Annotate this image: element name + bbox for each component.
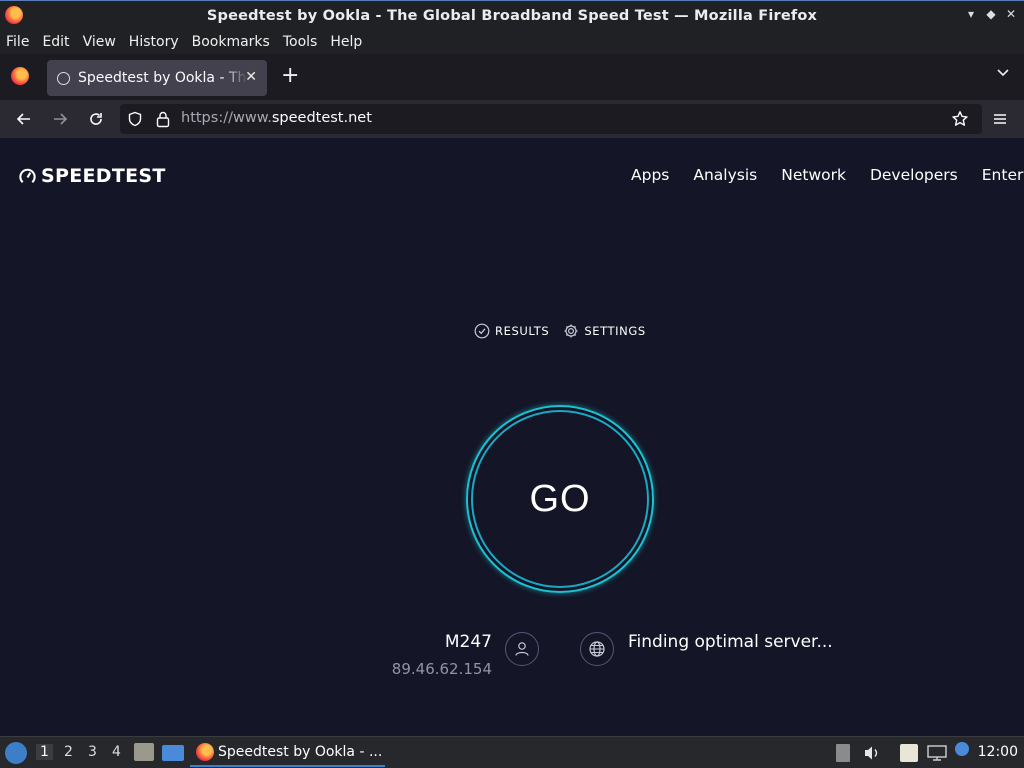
server-status: Finding optimal server... <box>628 632 833 652</box>
lock-icon[interactable] <box>155 110 171 128</box>
new-tab-icon[interactable]: + <box>281 65 299 87</box>
workspace-4[interactable]: 4 <box>112 744 121 760</box>
menu-view[interactable]: View <box>83 34 116 50</box>
tab-strip: Speedtest by Ookla - The Global Broadban… <box>0 54 1024 100</box>
bookmark-star-icon[interactable] <box>951 110 969 128</box>
taskbar-firefox-window[interactable]: Speedtest by Ookla - ... <box>190 739 385 767</box>
file-manager-icon[interactable] <box>134 743 154 761</box>
go-button[interactable]: GO <box>466 405 654 593</box>
site-nav: Apps Analysis Network Developers Enter <box>631 166 1024 184</box>
menu-help[interactable]: Help <box>330 34 362 50</box>
menu-file[interactable]: File <box>6 34 29 50</box>
hamburger-menu-icon[interactable] <box>990 109 1010 129</box>
workspace-3[interactable]: 3 <box>88 744 97 760</box>
clock: 12:00 <box>977 744 1018 760</box>
results-label: RESULTS <box>495 324 550 338</box>
window-title: Speedtest by Ookla - The Global Broadban… <box>206 7 818 24</box>
go-button-inner-ring: GO <box>471 410 649 588</box>
logo-text: SPEEDTEST <box>41 165 166 187</box>
reload-icon[interactable] <box>86 109 106 129</box>
globe-icon[interactable] <box>580 632 614 666</box>
nav-developers[interactable]: Developers <box>870 166 958 184</box>
test-subnav: RESULTS SETTINGS <box>474 323 660 339</box>
close-icon[interactable]: ✕ <box>1004 7 1018 21</box>
menu-tools[interactable]: Tools <box>283 34 318 50</box>
volume-icon[interactable] <box>862 744 882 762</box>
settings-label: SETTINGS <box>584 324 646 338</box>
results-link[interactable]: RESULTS <box>474 323 549 339</box>
show-desktop-icon[interactable] <box>162 745 184 761</box>
firefox-icon <box>5 6 23 24</box>
tab-close-icon[interactable]: ✕ <box>245 69 257 85</box>
speedtest-favicon-icon <box>57 71 70 85</box>
speedtest-page: SPEEDTEST Apps Analysis Network Develope… <box>0 138 1024 736</box>
firefox-icon <box>196 743 214 761</box>
network-icon[interactable] <box>926 744 948 762</box>
isp-ip-address: 89.46.62.154 <box>391 660 492 678</box>
url-host: speedtest.net <box>271 110 372 126</box>
workspace-2[interactable]: 2 <box>64 744 73 760</box>
go-label: GO <box>529 477 591 520</box>
minimize-icon[interactable]: ▾ <box>964 7 978 21</box>
check-circle-icon <box>474 323 490 339</box>
url-protocol: https://www. <box>181 110 272 126</box>
tab-title: Speedtest by Ookla - The Global Broadban… <box>78 70 248 86</box>
speedometer-icon <box>19 168 36 183</box>
back-icon[interactable] <box>14 109 34 129</box>
isp-name: M247 <box>444 632 492 652</box>
shield-icon[interactable] <box>127 111 143 127</box>
taskbar: 1 2 3 4 Speedtest by Ookla - ... 12:00 <box>0 736 1024 768</box>
maximize-icon[interactable]: ◆ <box>984 7 998 21</box>
url-text[interactable]: https://www.speedtest.net <box>181 110 372 126</box>
settings-link[interactable]: SETTINGS <box>563 323 645 339</box>
notification-icon[interactable] <box>955 742 969 756</box>
speedtest-logo[interactable]: SPEEDTEST <box>18 165 166 187</box>
nav-network[interactable]: Network <box>781 166 846 184</box>
clipboard-tray-icon[interactable] <box>836 744 850 762</box>
gear-icon <box>564 324 578 338</box>
taskbar-window-label: Speedtest by Ookla - ... <box>218 744 383 760</box>
window-titlebar: Speedtest by Ookla - The Global Broadban… <box>0 0 1024 30</box>
list-all-tabs-icon[interactable] <box>996 66 1010 80</box>
start-menu-icon[interactable] <box>5 742 27 764</box>
nav-enterprise[interactable]: Enter <box>982 166 1024 184</box>
nav-analysis[interactable]: Analysis <box>693 166 757 184</box>
navigation-toolbar: https://www.speedtest.net <box>0 100 1024 138</box>
user-icon <box>505 632 539 666</box>
menu-bar: File Edit View History Bookmarks Tools H… <box>0 30 1024 54</box>
notes-tray-icon[interactable] <box>900 744 918 762</box>
workspace-1[interactable]: 1 <box>36 744 53 760</box>
menu-edit[interactable]: Edit <box>42 34 69 50</box>
url-bar[interactable]: https://www.speedtest.net <box>120 104 982 134</box>
tab-speedtest[interactable]: Speedtest by Ookla - The Global Broadban… <box>47 60 267 96</box>
nav-apps[interactable]: Apps <box>631 166 669 184</box>
menu-history[interactable]: History <box>129 34 179 50</box>
forward-icon[interactable] <box>50 109 70 129</box>
menu-bookmarks[interactable]: Bookmarks <box>192 34 270 50</box>
firefox-view-icon[interactable] <box>11 67 29 85</box>
